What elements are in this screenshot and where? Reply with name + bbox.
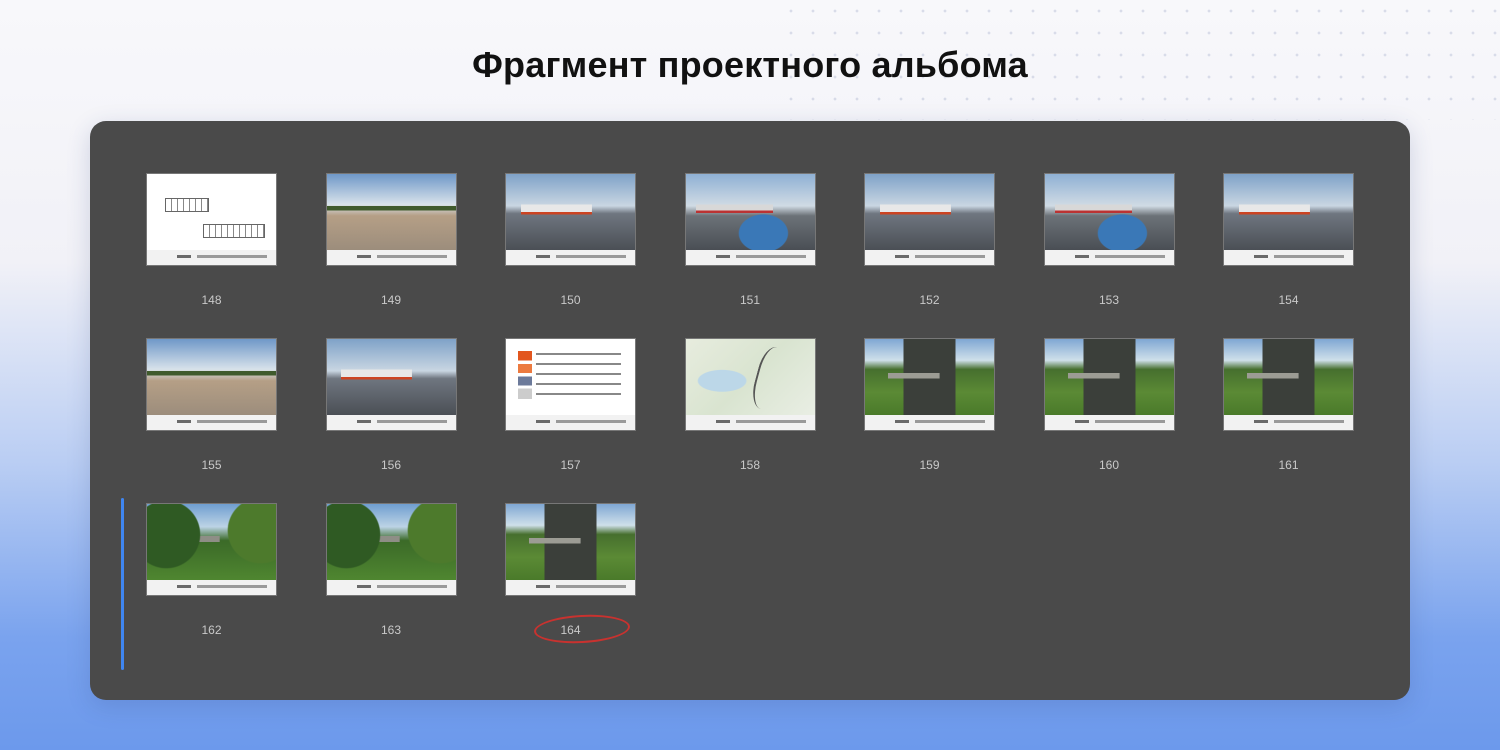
- preview-picture: [685, 339, 815, 415]
- title-block-strip: [147, 414, 276, 430]
- preview-picture: [1044, 174, 1174, 250]
- page-title: Фрагмент проектного альбома: [472, 44, 1028, 85]
- preview-picture: [326, 174, 456, 250]
- page-number-label: 157: [560, 458, 581, 472]
- page-preview-image[interactable]: [1043, 338, 1175, 431]
- page-thumbnail-154[interactable]: 154: [1223, 173, 1354, 308]
- page-number-label: 152: [919, 293, 940, 307]
- page-thumbnail-152[interactable]: 152: [864, 173, 995, 308]
- page-thumbnail-155[interactable]: 155: [146, 338, 277, 473]
- highlight-circle-mark: [533, 612, 632, 646]
- page-number-label: 154: [1278, 293, 1299, 307]
- preview-picture: [1224, 174, 1353, 250]
- page-thumbnail-161[interactable]: 161: [1223, 338, 1354, 473]
- title-block-strip: [685, 414, 815, 430]
- page-preview-image[interactable]: [684, 338, 816, 431]
- page-preview-image[interactable]: [146, 173, 277, 266]
- page-thumbnail-151[interactable]: 151: [684, 173, 816, 308]
- preview-picture: [147, 339, 276, 415]
- page-thumbnail-159[interactable]: 159: [864, 338, 995, 473]
- page-thumbnail-160[interactable]: 160: [1043, 338, 1175, 473]
- page-number-label: 155: [201, 458, 222, 472]
- page-number-label: 161: [1278, 458, 1299, 472]
- page-preview-image[interactable]: [505, 503, 636, 596]
- preview-picture: [865, 339, 994, 415]
- page-number-label: 148: [201, 293, 222, 307]
- page-preview-image[interactable]: [864, 173, 995, 266]
- page-thumbnail-162[interactable]: 162: [146, 503, 277, 638]
- title-block-strip: [326, 414, 456, 430]
- title-block-strip: [147, 579, 276, 595]
- title-block-strip: [1044, 249, 1174, 265]
- page-number-label: 162: [201, 623, 222, 637]
- title-block-strip: [147, 249, 276, 265]
- preview-picture: [326, 504, 456, 580]
- page-preview-image[interactable]: [146, 503, 277, 596]
- title-block-strip: [1224, 414, 1353, 430]
- title-block-strip: [506, 579, 635, 595]
- page-preview-image[interactable]: [1223, 338, 1354, 431]
- preview-picture: [326, 339, 456, 415]
- page-preview-image[interactable]: [325, 173, 457, 266]
- page-preview-image[interactable]: [864, 338, 995, 431]
- page-number-label: 159: [919, 458, 940, 472]
- title-block-strip: [506, 414, 635, 430]
- page-preview-image[interactable]: [505, 173, 636, 266]
- page-thumbnail-158[interactable]: 158: [684, 338, 816, 473]
- page-number-label: 160: [1098, 458, 1120, 472]
- page-number-label: 158: [739, 458, 761, 472]
- page-preview-image[interactable]: [325, 503, 457, 596]
- preview-picture: [506, 174, 635, 250]
- title-block-strip: [865, 249, 994, 265]
- page-thumbnail-150[interactable]: 150: [505, 173, 636, 308]
- preview-picture: [147, 504, 276, 580]
- page-thumbnail-156[interactable]: 156: [325, 338, 457, 473]
- title-block-strip: [1044, 414, 1174, 430]
- page-number-label: 164: [533, 612, 632, 646]
- title-block-strip: [685, 249, 815, 265]
- preview-picture: [506, 504, 635, 580]
- page-preview-image[interactable]: [505, 338, 636, 431]
- title-block-strip: [865, 414, 994, 430]
- page-thumbnail-148[interactable]: 148: [146, 173, 277, 308]
- page-preview-image[interactable]: [684, 173, 816, 266]
- page-number-label: 151: [739, 293, 761, 307]
- page-thumbnail-153[interactable]: 153: [1043, 173, 1175, 308]
- page-thumbnail-163[interactable]: 163: [325, 503, 457, 638]
- title-block-strip: [1224, 249, 1353, 265]
- title-block-strip: [326, 579, 456, 595]
- preview-picture: [147, 174, 276, 250]
- scroll-indicator[interactable]: [121, 498, 124, 670]
- page-preview-image[interactable]: [1223, 173, 1354, 266]
- page-thumbnail-157[interactable]: 157: [505, 338, 636, 473]
- title-block-strip: [506, 249, 635, 265]
- preview-picture: [506, 339, 635, 415]
- page-thumbnail-149[interactable]: 149: [325, 173, 457, 308]
- page-number-label: 163: [380, 623, 402, 637]
- preview-picture: [685, 174, 815, 250]
- page-number-label: 156: [380, 458, 402, 472]
- page-thumbnail-164[interactable]: 164: [505, 503, 636, 646]
- preview-picture: [1224, 339, 1353, 415]
- preview-picture: [1044, 339, 1174, 415]
- page-preview-image[interactable]: [1043, 173, 1175, 266]
- page-number-label: 153: [1098, 293, 1120, 307]
- album-viewer-panel: 148 149 150 151 152 153 154 155 156 157 158 159 160 1…: [90, 121, 1410, 700]
- title-block-strip: [326, 249, 456, 265]
- page-number-label: 150: [560, 293, 581, 307]
- page-number-label: 149: [380, 293, 402, 307]
- page-preview-image[interactable]: [325, 338, 457, 431]
- preview-picture: [865, 174, 994, 250]
- page-preview-image[interactable]: [146, 338, 277, 431]
- page-thumbnail-grid: 148 149 150 151 152 153 154 155 156 157 158 159 160 1…: [146, 173, 1354, 646]
